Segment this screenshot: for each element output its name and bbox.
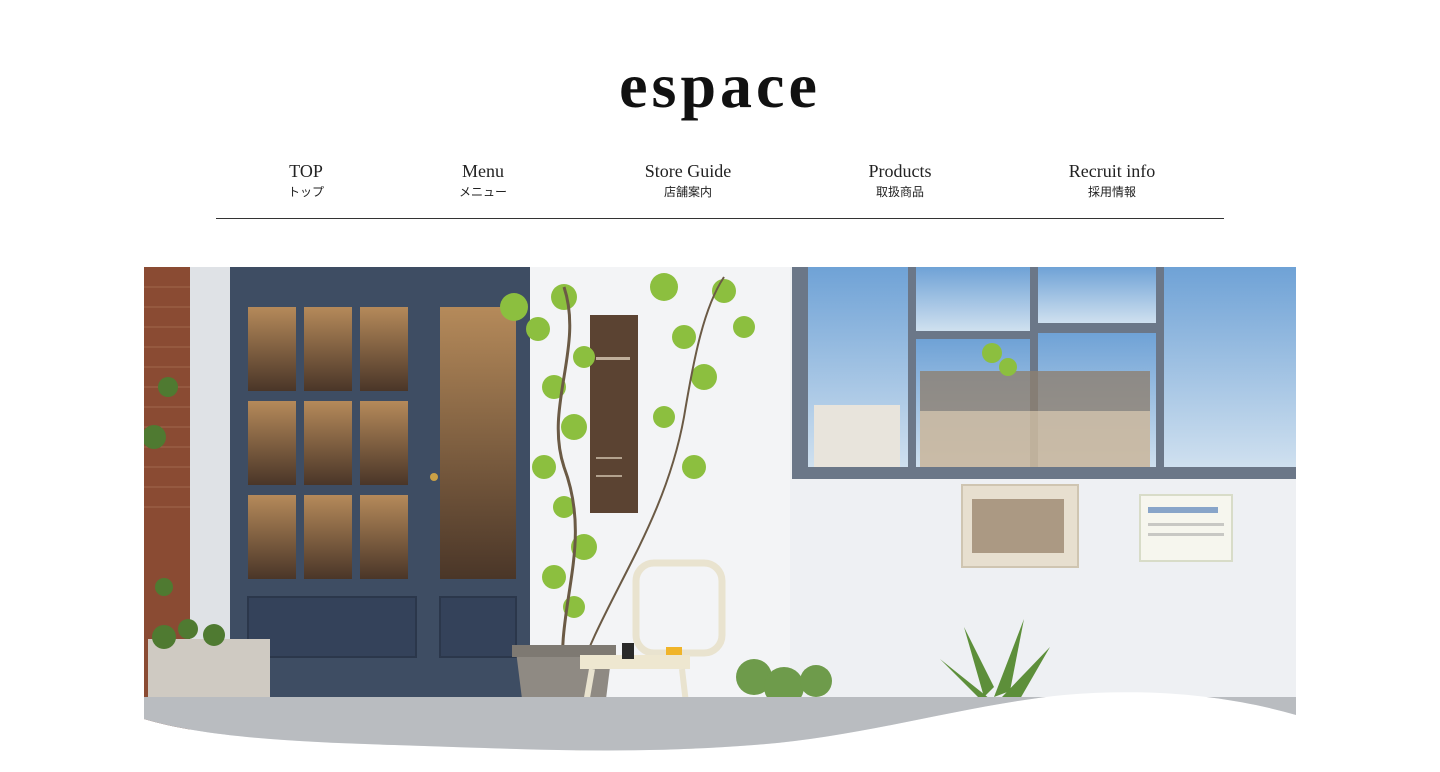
nav-item-menu-label: Menu	[462, 161, 504, 181]
hero-image	[144, 267, 1296, 772]
nav-item-store-guide[interactable]: Store Guide 店舗案内	[598, 160, 778, 202]
nav-item-store-guide-label: Store Guide	[644, 161, 732, 181]
nav-item-menu[interactable]: Menu メニュー	[393, 160, 573, 202]
nav-item-store-guide-sublabel: 店舗案内	[663, 185, 712, 199]
nav-item-top-sublabel: トップ	[287, 185, 324, 199]
nav-item-products[interactable]: Products 取扱商品	[810, 160, 990, 202]
ground	[144, 697, 1296, 751]
nav-item-recruit-info[interactable]: Recruit info 採用情報	[1022, 160, 1202, 202]
nav-item-recruit-info-sublabel: 採用情報	[1087, 185, 1136, 199]
nav-item-menu-sublabel: メニュー	[458, 185, 507, 199]
site-logo[interactable]: espace	[0, 50, 1440, 122]
global-nav: TOP トップ Menu メニュー Store Guide 店舗案内 Produ…	[216, 160, 1224, 219]
storefront-illustration	[144, 267, 1296, 751]
door-handle	[430, 473, 438, 481]
nav-item-top-label: TOP	[289, 161, 323, 181]
door-glass	[440, 307, 516, 579]
nav-item-products-label: Products	[868, 161, 932, 181]
page: espace TOP トップ Menu メニュー Store Guide 店舗案…	[0, 0, 1440, 772]
nav-item-products-sublabel: 取扱商品	[875, 185, 924, 199]
poster-right	[1139, 494, 1233, 562]
nav-item-recruit-info-label: Recruit info	[1068, 161, 1156, 181]
wooden-sign	[590, 315, 638, 513]
nav-item-top[interactable]: TOP トップ	[216, 160, 396, 202]
